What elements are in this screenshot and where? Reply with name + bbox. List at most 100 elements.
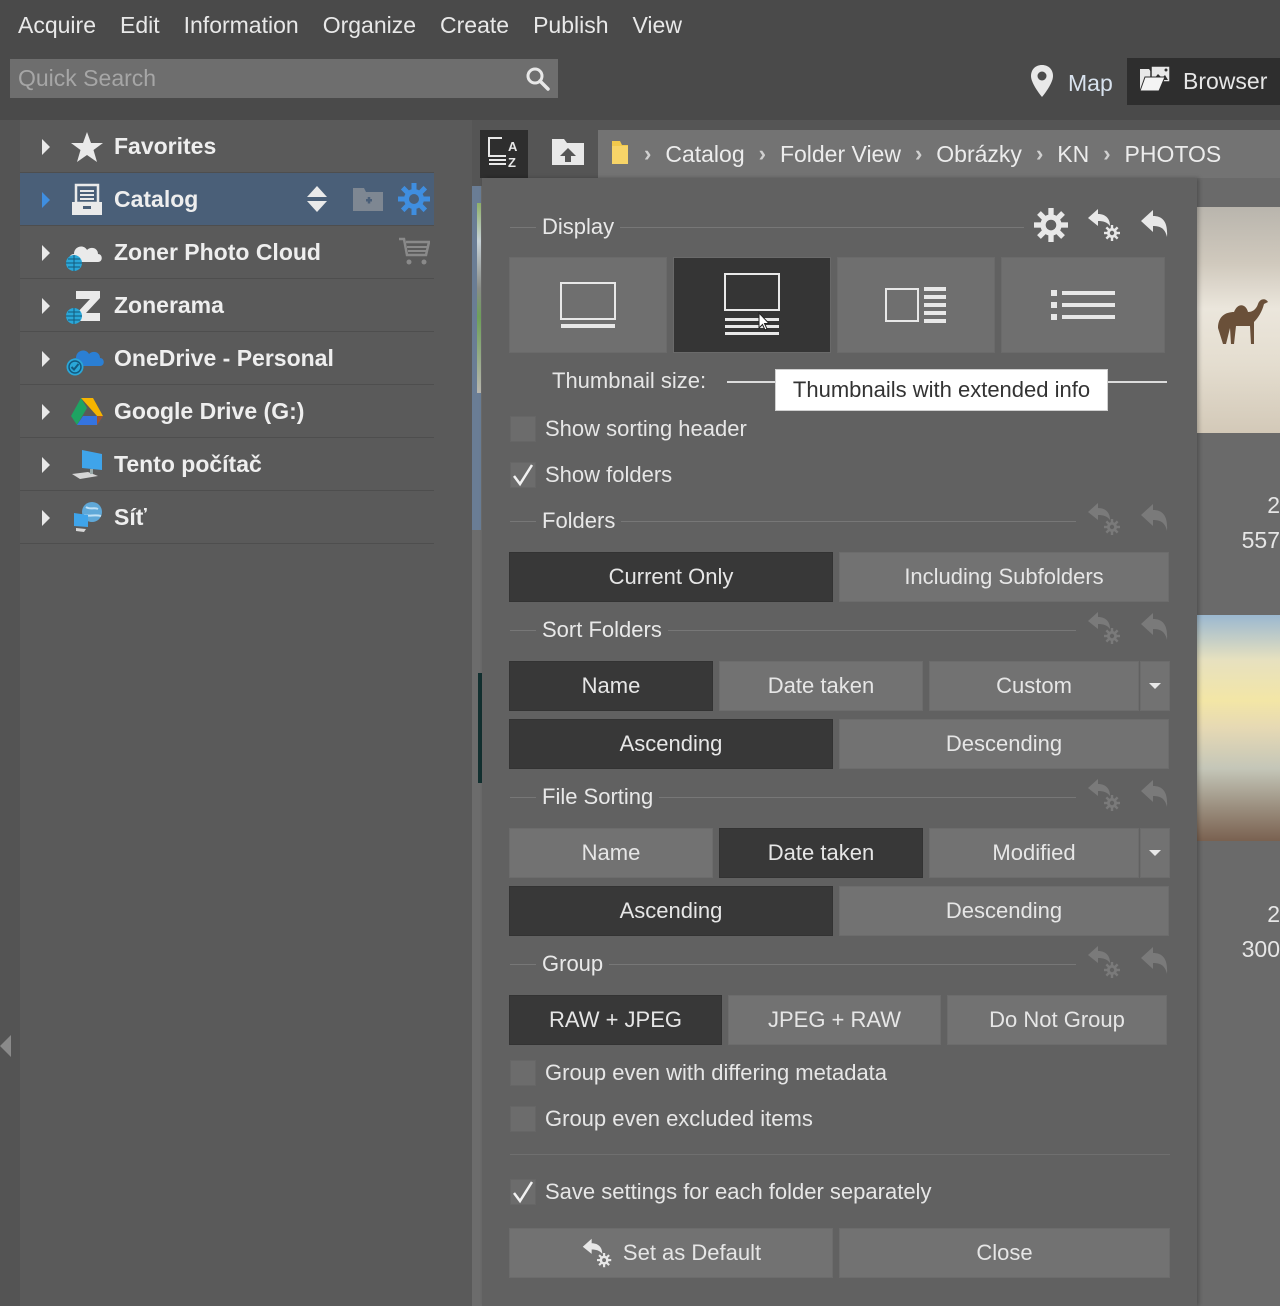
nav-item-network[interactable]: Síť: [20, 491, 434, 544]
sort-folders-ascending-button[interactable]: Ascending: [509, 719, 833, 769]
view-details-button[interactable]: [837, 257, 995, 353]
file-sort-dropdown[interactable]: [1140, 828, 1170, 878]
section-title: File Sorting: [542, 784, 654, 809]
sort-updown-icon[interactable]: [306, 185, 328, 218]
do-not-group-button[interactable]: Do Not Group: [947, 995, 1167, 1045]
reset-to-default-icon[interactable]: [1086, 945, 1122, 984]
menu-edit[interactable]: Edit: [108, 0, 172, 50]
file-sort-ascending-button[interactable]: Ascending: [509, 886, 833, 936]
breadcrumb-item[interactable]: KN: [1057, 141, 1089, 168]
divider: [510, 1154, 1170, 1155]
expand-arrow-icon[interactable]: [42, 298, 50, 314]
file-sort-date-taken-button[interactable]: Date taken: [719, 828, 923, 878]
nav-item-zonerama[interactable]: Zonerama: [20, 279, 434, 332]
map-mode-button[interactable]: Map: [1022, 58, 1127, 108]
breadcrumb-item[interactable]: Obrázky: [936, 141, 1022, 168]
group-excluded-items-checkbox[interactable]: [510, 1106, 536, 1132]
undo-icon[interactable]: [1140, 612, 1170, 649]
section-file-sorting: File Sorting: [510, 778, 1170, 817]
file-sort-descending-button[interactable]: Descending: [839, 886, 1169, 936]
thumbnail-seaside[interactable]: [1197, 615, 1280, 841]
expand-arrow-icon[interactable]: [42, 192, 50, 208]
menu-view[interactable]: View: [621, 0, 694, 50]
view-thumbnails-extended-button[interactable]: [673, 257, 831, 353]
search-icon[interactable]: [518, 59, 558, 98]
menu-create[interactable]: Create: [428, 0, 521, 50]
menu-acquire[interactable]: Acquire: [6, 0, 108, 50]
add-folder-icon[interactable]: [352, 186, 384, 217]
star-icon: [70, 130, 104, 164]
undo-icon[interactable]: [1140, 779, 1170, 816]
set-as-default-button[interactable]: Set as Default: [509, 1228, 833, 1278]
thumbnail-view-icon: [560, 282, 616, 328]
nav-item-google-drive[interactable]: Google Drive (G:): [20, 385, 434, 438]
save-settings-separately-checkbox[interactable]: [510, 1179, 536, 1205]
group-excluded-items-option[interactable]: Group even excluded items: [510, 1105, 813, 1133]
expand-arrow-icon[interactable]: [42, 510, 50, 526]
collapse-navigator-icon[interactable]: [0, 1035, 11, 1057]
expand-arrow-icon[interactable]: [42, 139, 50, 155]
current-only-button[interactable]: Current Only: [509, 552, 833, 602]
menu-publish[interactable]: Publish: [521, 0, 620, 50]
expand-arrow-icon[interactable]: [42, 351, 50, 367]
sort-folders-descending-button[interactable]: Descending: [839, 719, 1169, 769]
show-sorting-header-checkbox[interactable]: [510, 416, 536, 442]
folder-up-icon: [551, 138, 585, 171]
sort-folders-name-button[interactable]: Name: [509, 661, 713, 711]
navigator-list: Favorites Catalog Zoner Photo Cloud Zone…: [20, 120, 434, 544]
reset-to-default-icon[interactable]: [1086, 502, 1122, 541]
divider: [510, 963, 536, 965]
file-sort-modified-button[interactable]: Modified: [929, 828, 1139, 878]
breadcrumb-item[interactable]: Folder View: [780, 141, 901, 168]
reset-to-default-icon[interactable]: [1086, 778, 1122, 817]
view-thumbnails-button[interactable]: [509, 257, 667, 353]
reset-to-default-icon[interactable]: [1086, 611, 1122, 650]
group-differing-metadata-checkbox[interactable]: [510, 1060, 536, 1086]
nav-item-favorites[interactable]: Favorites: [20, 120, 434, 173]
nav-item-catalog[interactable]: Catalog: [20, 173, 434, 226]
menu-information[interactable]: Information: [172, 0, 311, 50]
nav-item-zoner-photo-cloud[interactable]: Zoner Photo Cloud: [20, 226, 434, 279]
set-as-default-label: Set as Default: [622, 1240, 762, 1265]
group-jpeg-raw-button[interactable]: JPEG + RAW: [728, 995, 941, 1045]
show-folders-checkbox[interactable]: [510, 462, 536, 488]
shopping-cart-icon[interactable]: [398, 236, 431, 271]
yellow-folder-icon[interactable]: [610, 138, 630, 171]
sort-folders-date-taken-button[interactable]: Date taken: [719, 661, 923, 711]
show-sorting-header-option[interactable]: Show sorting header: [510, 415, 747, 443]
show-folders-option[interactable]: Show folders: [510, 461, 672, 489]
breadcrumb-item[interactable]: PHOTOS: [1125, 141, 1222, 168]
sort-folders-custom-button[interactable]: Custom: [929, 661, 1139, 711]
gear-icon[interactable]: [1034, 207, 1068, 247]
nav-label: Zonerama: [114, 292, 224, 318]
expand-arrow-icon[interactable]: [42, 245, 50, 261]
breadcrumb-separator-icon: ›: [914, 141, 923, 166]
nav-item-onedrive[interactable]: OneDrive - Personal: [20, 332, 434, 385]
menu-organize[interactable]: Organize: [311, 0, 428, 50]
sort-folders-dropdown[interactable]: [1140, 661, 1170, 711]
divider: [659, 796, 1076, 798]
catalog-settings-gear-icon[interactable]: [398, 183, 430, 220]
undo-icon[interactable]: [1140, 946, 1170, 983]
including-subfolders-button[interactable]: Including Subfolders: [839, 552, 1169, 602]
group-differing-metadata-option[interactable]: Group even with differing metadata: [510, 1059, 887, 1087]
sort-panel-toggle-button[interactable]: AZ: [480, 130, 528, 178]
close-button[interactable]: Close: [839, 1228, 1170, 1278]
view-list-button[interactable]: [1001, 257, 1165, 353]
undo-icon[interactable]: [1140, 503, 1170, 540]
file-sort-name-button[interactable]: Name: [509, 828, 713, 878]
nav-item-this-pc[interactable]: Tento počítač: [20, 438, 434, 491]
save-settings-separately-option[interactable]: Save settings for each folder separately: [510, 1178, 931, 1206]
divider: [510, 629, 536, 631]
breadcrumb-item[interactable]: Catalog: [665, 141, 744, 168]
parent-folder-button[interactable]: [540, 130, 596, 178]
expand-arrow-icon[interactable]: [42, 457, 50, 473]
computer-icon: [70, 448, 104, 482]
details-view-icon: [885, 287, 946, 323]
undo-icon[interactable]: [1140, 209, 1170, 246]
browser-mode-button[interactable]: Browser: [1127, 58, 1280, 105]
quick-search-input[interactable]: [10, 59, 518, 98]
expand-arrow-icon[interactable]: [42, 404, 50, 420]
reset-to-default-icon[interactable]: [1086, 208, 1122, 247]
group-raw-jpeg-button[interactable]: RAW + JPEG: [509, 995, 722, 1045]
